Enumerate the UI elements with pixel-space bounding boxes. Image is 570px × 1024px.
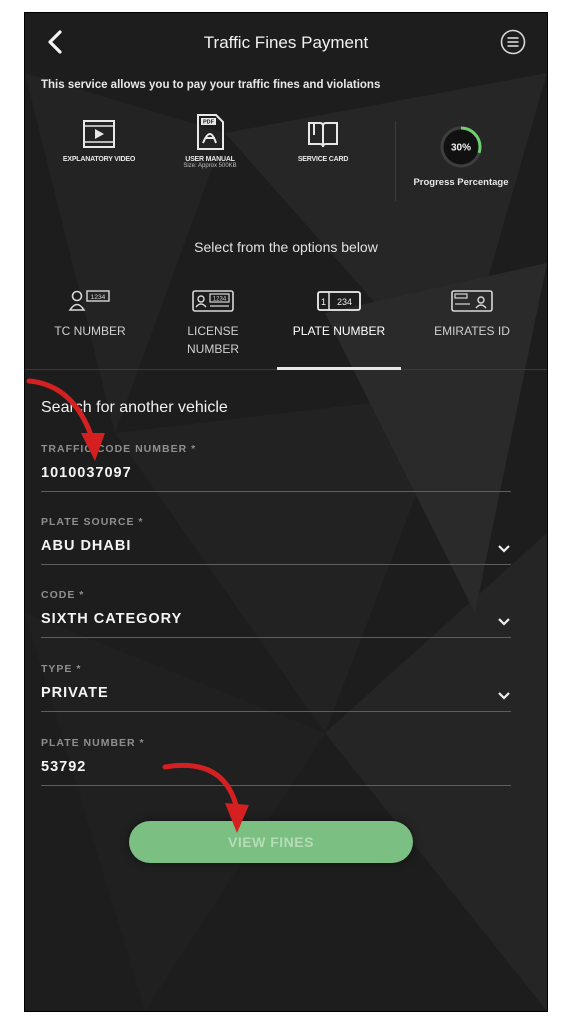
explanatory-video-label: EXPLANATORY VIDEO <box>62 156 136 163</box>
plate-icon-code: 1 <box>321 297 326 307</box>
user-manual-size: Size: Approx 500KB <box>183 163 237 169</box>
plate-icon: 1 234 <box>317 291 361 311</box>
chevron-down-icon[interactable] <box>497 691 511 701</box>
license-card-icon: 1234 <box>192 290 234 312</box>
options-heading: Select from the options below <box>194 239 378 255</box>
plate-source-field[interactable]: PLATE SOURCE * ABU DHABI <box>41 516 511 565</box>
field-label: TYPE * <box>41 663 82 675</box>
explanatory-video-button[interactable]: EXPLANATORY VIDEO <box>43 117 155 163</box>
app-screen: Traffic Fines Payment This service allow… <box>24 12 548 1012</box>
menu-circle-icon[interactable] <box>499 28 527 56</box>
page-title: Traffic Fines Payment <box>203 33 369 52</box>
field-underline <box>41 785 511 786</box>
field-value: SIXTH CATEGORY <box>41 611 183 627</box>
tc-icon-number: 1234 <box>91 294 106 301</box>
annotation-arrow-icon <box>26 378 105 461</box>
service-description: This service allows you to pay your traf… <box>41 79 381 91</box>
field-value: PRIVATE <box>41 685 109 701</box>
progress-label: Progress Percentage <box>413 177 509 188</box>
code-field[interactable]: CODE * SIXTH CATEGORY <box>41 589 511 638</box>
chevron-down-icon[interactable] <box>497 617 511 627</box>
tab-license-number[interactable]: 1234 LICENSE NUMBER <box>165 289 261 358</box>
field-label: CODE * <box>41 589 85 601</box>
tools-divider <box>395 121 396 201</box>
service-card-button[interactable]: SERVICE CARD <box>273 117 373 163</box>
user-manual-label: USER MANUAL <box>185 156 235 163</box>
app-header: Traffic Fines Payment <box>25 13 547 73</box>
chevron-down-icon[interactable] <box>497 544 511 554</box>
service-card-label: SERVICE CARD <box>297 156 349 163</box>
plate-number-field[interactable]: PLATE NUMBER * 53792 <box>41 737 511 786</box>
chevron-left-icon[interactable] <box>41 27 69 57</box>
tab-plate-number[interactable]: 1 234 PLATE NUMBER <box>277 289 401 340</box>
tab-label: LICENSE NUMBER <box>186 324 239 356</box>
type-field[interactable]: TYPE * PRIVATE <box>41 663 511 712</box>
tab-emirates-id[interactable]: EMIRATES ID <box>417 289 527 340</box>
active-tab-indicator <box>277 367 401 370</box>
annotation-arrow-icon <box>162 762 249 833</box>
tab-label: TC NUMBER <box>54 324 126 338</box>
user-manual-button[interactable]: PDF USER MANUAL Size: Approx 500KB <box>165 113 255 169</box>
field-underline <box>41 491 511 492</box>
progress-ring: 30% <box>440 126 482 168</box>
license-icon-number: 1234 <box>213 297 227 303</box>
progress-indicator: 30% Progress Percentage <box>405 125 517 188</box>
tab-label: PLATE NUMBER <box>292 324 386 338</box>
progress-value: 30% <box>451 143 471 154</box>
field-underline <box>41 637 511 638</box>
person-id-icon: 1234 <box>68 290 110 311</box>
plate-icon-number: 234 <box>337 297 352 307</box>
pdf-badge: PDF <box>203 120 215 126</box>
field-underline <box>41 711 511 712</box>
field-label: PLATE NUMBER * <box>41 737 145 749</box>
tab-tc-number[interactable]: 1234 TC NUMBER <box>37 289 143 340</box>
field-underline <box>41 564 511 565</box>
emirates-id-icon <box>451 290 493 312</box>
field-label: PLATE SOURCE * <box>41 516 144 528</box>
field-value: 53792 <box>41 759 87 775</box>
field-value: ABU DHABI <box>41 538 132 554</box>
tab-label: EMIRATES ID <box>434 324 510 338</box>
video-icon <box>83 120 115 148</box>
pdf-icon: PDF <box>197 114 224 150</box>
book-icon <box>308 122 338 148</box>
